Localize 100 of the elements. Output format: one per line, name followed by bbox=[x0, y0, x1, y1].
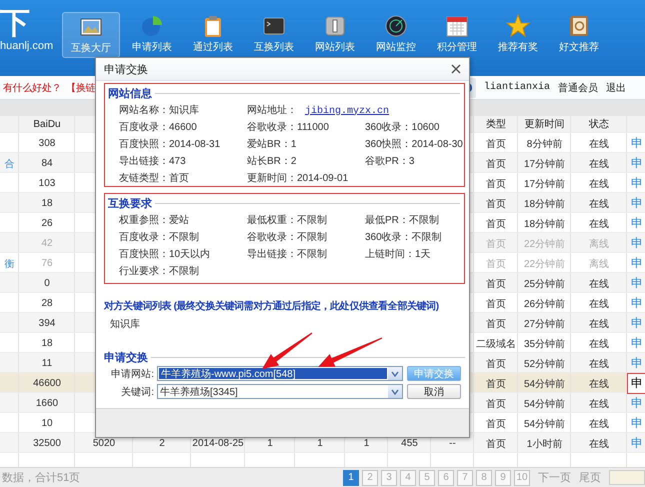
column-header: BaiDu bbox=[33, 118, 61, 130]
table-cell: 103 bbox=[38, 178, 56, 189]
select-field[interactable]: 牛羊养殖场-www.pi5.com[548] bbox=[157, 366, 403, 381]
page-link[interactable]: 8 bbox=[476, 470, 492, 486]
page-link[interactable]: 4 bbox=[400, 470, 416, 486]
page-link[interactable]: 9 bbox=[495, 470, 511, 486]
info-text: 网站名称：知识库 bbox=[119, 104, 200, 116]
section-title: 申请交换 bbox=[104, 350, 148, 364]
table-cell-text: 54分钟前 bbox=[524, 378, 566, 390]
table-cell: -- bbox=[449, 438, 456, 449]
table-cell-text: 22分钟前 bbox=[524, 258, 566, 270]
table-cell: 18 bbox=[41, 198, 53, 209]
star-icon bbox=[506, 14, 530, 38]
info-text: 百度收录：不限制 bbox=[119, 230, 200, 244]
nav-item[interactable]: 推荐有奖 bbox=[489, 12, 547, 58]
last-page-link[interactable]: 尾页 bbox=[579, 470, 601, 485]
apply-link[interactable]: 申 bbox=[627, 273, 645, 294]
table-cell: 46600 bbox=[33, 378, 61, 389]
table-cell: 1660 bbox=[36, 398, 58, 409]
info-text: 最低PR：不限制 bbox=[365, 214, 440, 226]
table-cell: 1 bbox=[317, 438, 323, 449]
column-header: 更新时间 bbox=[524, 118, 564, 131]
close-icon[interactable] bbox=[451, 64, 461, 74]
table-cell-text: 离线 bbox=[589, 258, 609, 270]
pie-chart-icon bbox=[140, 14, 164, 38]
table-cell-text: 在线 bbox=[589, 198, 609, 210]
apply-link[interactable]: 申 bbox=[627, 233, 645, 254]
cancel-button[interactable]: 取消 bbox=[407, 384, 461, 399]
info-text: 导出链接：473 bbox=[119, 154, 187, 168]
page-link[interactable]: 5 bbox=[419, 470, 435, 486]
table-cell-text: 在线 bbox=[589, 178, 609, 190]
apply-link[interactable]: 申 bbox=[627, 313, 645, 334]
table-cell-text: 在线 bbox=[589, 218, 609, 230]
nav-item[interactable]: 积分管理 bbox=[428, 12, 486, 58]
apply-button[interactable]: 申请交换 bbox=[407, 366, 461, 381]
apply-link[interactable]: 申 bbox=[627, 153, 645, 174]
table-cell-text: 在线 bbox=[589, 418, 609, 430]
table-cell-text: 18分钟前 bbox=[524, 198, 566, 210]
promo-link[interactable]: 【换链 bbox=[66, 80, 96, 94]
page-input[interactable] bbox=[609, 470, 645, 485]
field-label: 申请网站: bbox=[110, 368, 154, 380]
info-text: 百度快照：10天以内 bbox=[119, 248, 212, 260]
address-book-icon bbox=[567, 14, 591, 38]
apply-link[interactable]: 申 bbox=[627, 253, 645, 274]
table-cell: 5020 bbox=[92, 438, 116, 449]
apply-link[interactable]: 申 bbox=[627, 193, 645, 214]
apply-link[interactable]: 申 bbox=[627, 213, 645, 234]
page-link[interactable]: 10 bbox=[514, 470, 530, 486]
nav-item[interactable]: 好文推荐 bbox=[550, 12, 608, 58]
apply-link[interactable]: 申 bbox=[627, 293, 645, 314]
table-cell-text: 54分钟前 bbox=[524, 398, 566, 410]
info-text: 爱站BR：1 bbox=[247, 138, 298, 150]
nav-item[interactable]: 申请列表 bbox=[123, 12, 181, 58]
nav-item[interactable]: 互换列表 bbox=[245, 12, 303, 58]
info-text: 友链类型：首页 bbox=[119, 172, 190, 184]
table-cell-text: 首页 bbox=[486, 178, 506, 190]
info-text: 上链时间：1天 bbox=[365, 248, 432, 260]
apply-link[interactable]: 申 bbox=[627, 433, 645, 454]
nav-item[interactable]: 互换大厅 bbox=[62, 12, 120, 58]
field-label: 关键词: bbox=[120, 386, 154, 398]
table-cell: 11 bbox=[42, 358, 52, 369]
next-page-link[interactable]: 下一页 bbox=[538, 470, 571, 485]
apply-link[interactable]: 申 bbox=[627, 133, 645, 154]
page-summary: 数据，合计51页 bbox=[2, 471, 80, 485]
logo-mark: 下 bbox=[0, 8, 31, 40]
table-cell: 28 bbox=[41, 298, 53, 309]
calendar-icon bbox=[445, 14, 469, 38]
nav-item[interactable]: 网站监控 bbox=[367, 12, 425, 58]
table-cell: 2014-08-25 bbox=[192, 438, 244, 449]
page-link[interactable]: 2 bbox=[362, 470, 378, 486]
page-link[interactable]: 6 bbox=[438, 470, 454, 486]
table-cell-text: 17分钟前 bbox=[524, 158, 566, 170]
info-text: 导出链接：不限制 bbox=[247, 248, 328, 260]
table-cell: 18 bbox=[41, 338, 53, 349]
apply-link[interactable]: 申 bbox=[627, 413, 645, 434]
table-cell: 1 bbox=[364, 438, 370, 449]
info-text: 谷歌收录：111000 bbox=[247, 120, 330, 134]
page-link[interactable]: 7 bbox=[457, 470, 473, 486]
site-link[interactable]: 衡 bbox=[4, 256, 14, 270]
apply-link[interactable]: 申 bbox=[627, 173, 645, 194]
apply-link[interactable]: 申 bbox=[627, 373, 645, 394]
nav-item[interactable]: 通过列表 bbox=[184, 12, 242, 58]
table-cell-text: 22分钟前 bbox=[524, 238, 566, 250]
site-link[interactable]: 合 bbox=[4, 156, 14, 170]
select-field[interactable]: 牛羊养殖场[3345] bbox=[157, 384, 403, 399]
apply-link[interactable]: 申 bbox=[627, 353, 645, 374]
promo-link[interactable]: 有什么好处？ bbox=[3, 80, 62, 94]
nav-item[interactable]: 网站列表 bbox=[306, 12, 364, 58]
annotation-arrow bbox=[262, 332, 312, 369]
apply-link[interactable]: 申 bbox=[627, 333, 645, 354]
apply-link[interactable]: 申 bbox=[627, 393, 645, 414]
table-cell: 455 bbox=[401, 438, 418, 449]
page-link[interactable]: 3 bbox=[381, 470, 397, 486]
website-link[interactable]: jibing.myzx.cn bbox=[305, 106, 390, 116]
page-link[interactable]: 1 bbox=[343, 470, 359, 486]
logout-link[interactable]: 退出 bbox=[606, 80, 626, 94]
table-cell: 42 bbox=[41, 238, 53, 249]
table-cell-text: 首页 bbox=[486, 238, 506, 250]
table-cell-text: 首页 bbox=[486, 138, 506, 150]
table-cell-text: 25分钟前 bbox=[524, 278, 566, 290]
